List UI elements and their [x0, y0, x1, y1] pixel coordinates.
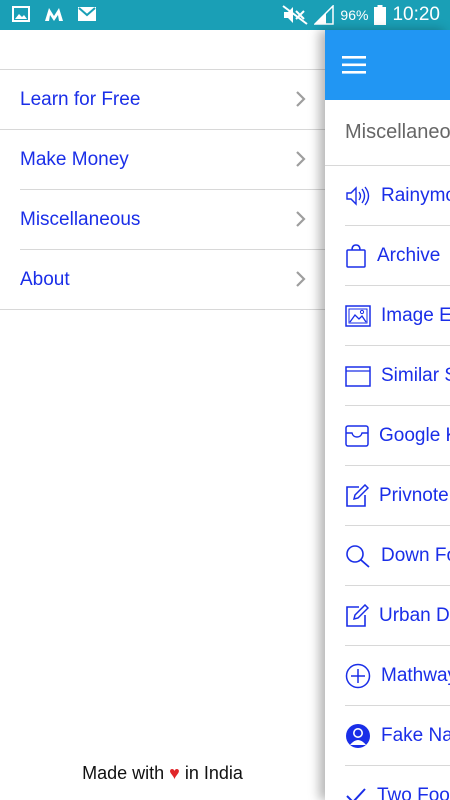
user-icon	[346, 723, 370, 748]
window-icon	[345, 365, 371, 387]
speaker-icon	[346, 185, 370, 206]
clock: 10:20	[392, 4, 440, 25]
list-item-archive[interactable]: Archive	[345, 226, 450, 286]
list-item-label: Google Keep	[379, 424, 450, 446]
battery-percent: 96%	[340, 7, 369, 23]
plus-circle-icon	[345, 663, 371, 688]
app-bar	[325, 30, 450, 100]
list-item-image-editor[interactable]: Image Editor	[345, 286, 450, 346]
drawer-item-label: About	[20, 268, 70, 290]
chevron-right-icon	[296, 271, 306, 287]
list-item-fake-name-generator[interactable]: Fake Name Generator	[345, 706, 450, 766]
footer-prefix: Made with	[82, 763, 170, 783]
menu-icon[interactable]	[342, 56, 366, 74]
drawer-item-miscellaneous[interactable]: Miscellaneous	[20, 190, 325, 250]
list-item-label: Two Foods	[377, 784, 450, 800]
m-app-icon	[45, 8, 63, 21]
drawer-item-about[interactable]: About	[0, 250, 325, 310]
list-item-urban-dictionary[interactable]: Urban Dictionary	[345, 586, 450, 646]
drawer-item-label: Miscellaneous	[20, 208, 141, 230]
list-item-mathway[interactable]: Mathway	[345, 646, 450, 706]
list-item-label: Similar Sites	[381, 364, 450, 386]
chevron-right-icon	[296, 91, 306, 107]
section-title: Miscellaneous	[325, 100, 450, 166]
bag-icon	[346, 243, 366, 268]
navigation-drawer: Learn for Free Make Money Miscellaneous …	[0, 30, 325, 800]
signal-icon	[314, 5, 335, 25]
battery-icon	[374, 5, 387, 25]
image-icon	[345, 304, 371, 327]
list-item-two-foods[interactable]: Two Foods	[345, 766, 450, 800]
notification-icons	[12, 6, 96, 22]
gallery-icon	[12, 6, 30, 22]
drawer-header	[0, 30, 325, 70]
list-item-rainymood[interactable]: Rainymood	[345, 166, 450, 226]
drawer-item-label: Make Money	[20, 148, 129, 170]
drawer-item-label: Learn for Free	[20, 88, 141, 110]
main-content-panel: Miscellaneous Rainymood Archive Image Ed…	[325, 30, 450, 800]
list-item-google-keep[interactable]: Google Keep	[345, 406, 450, 466]
chevron-right-icon	[296, 211, 306, 227]
system-icons: 96% 10:20	[282, 4, 440, 26]
drawer-footer: Made with ♥ in India	[0, 763, 325, 784]
list-item-label: Image Editor	[381, 304, 450, 326]
list-item-label: Down For Everyone	[381, 544, 450, 566]
drawer-item-learn-for-free[interactable]: Learn for Free	[0, 70, 325, 130]
chevron-right-icon	[296, 151, 306, 167]
list-item-down-for-everyone[interactable]: Down For Everyone	[345, 526, 450, 586]
footer-suffix: in India	[179, 763, 243, 783]
heart-icon: ♥	[169, 763, 180, 783]
inbox-icon	[345, 424, 369, 447]
list-item-label: Archive	[377, 244, 441, 266]
list-item-privnote[interactable]: Privnote	[345, 466, 450, 526]
list-item-label: Privnote	[379, 484, 449, 506]
drawer-item-make-money[interactable]: Make Money	[20, 130, 325, 190]
list-item-label: Rainymood	[381, 184, 450, 206]
check-icon	[346, 787, 366, 800]
list-item-label: Fake Name Generator	[381, 724, 450, 746]
list-item-label: Mathway	[381, 664, 450, 686]
mail-icon	[78, 7, 96, 21]
list-item-similar-sites[interactable]: Similar Sites	[345, 346, 450, 406]
edit-icon	[346, 483, 369, 507]
mute-icon	[282, 5, 309, 25]
search-icon	[346, 544, 370, 568]
status-bar: 96% 10:20	[0, 0, 450, 30]
edit-icon	[346, 603, 369, 627]
list-item-label: Urban Dictionary	[379, 604, 450, 626]
